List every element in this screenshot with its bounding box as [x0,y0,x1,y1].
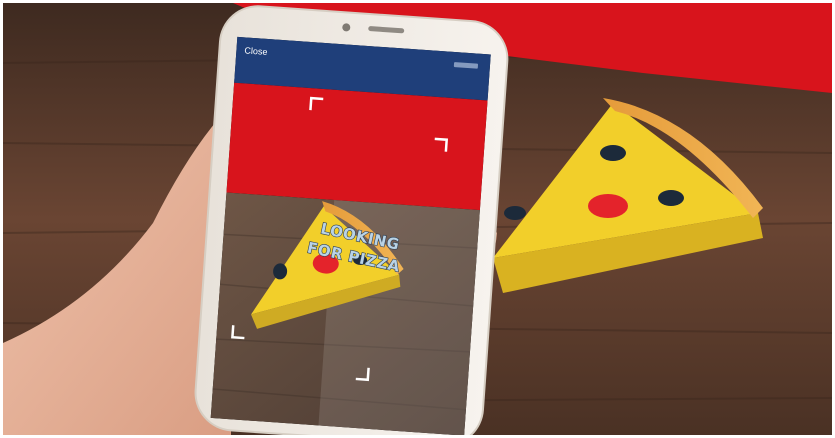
pepperoni [588,194,628,218]
photo-frame: Close LOOKING FOR PIZZA [3,3,832,435]
close-button[interactable]: Close [244,45,268,57]
phone-screen: Close LOOKING FOR PIZZA [210,36,491,435]
olive [600,145,626,161]
olive [658,190,684,206]
olive [504,206,526,220]
phone: Close LOOKING FOR PIZZA [194,5,509,435]
camera-red-object [226,82,488,211]
scene: Close LOOKING FOR PIZZA [3,3,832,435]
